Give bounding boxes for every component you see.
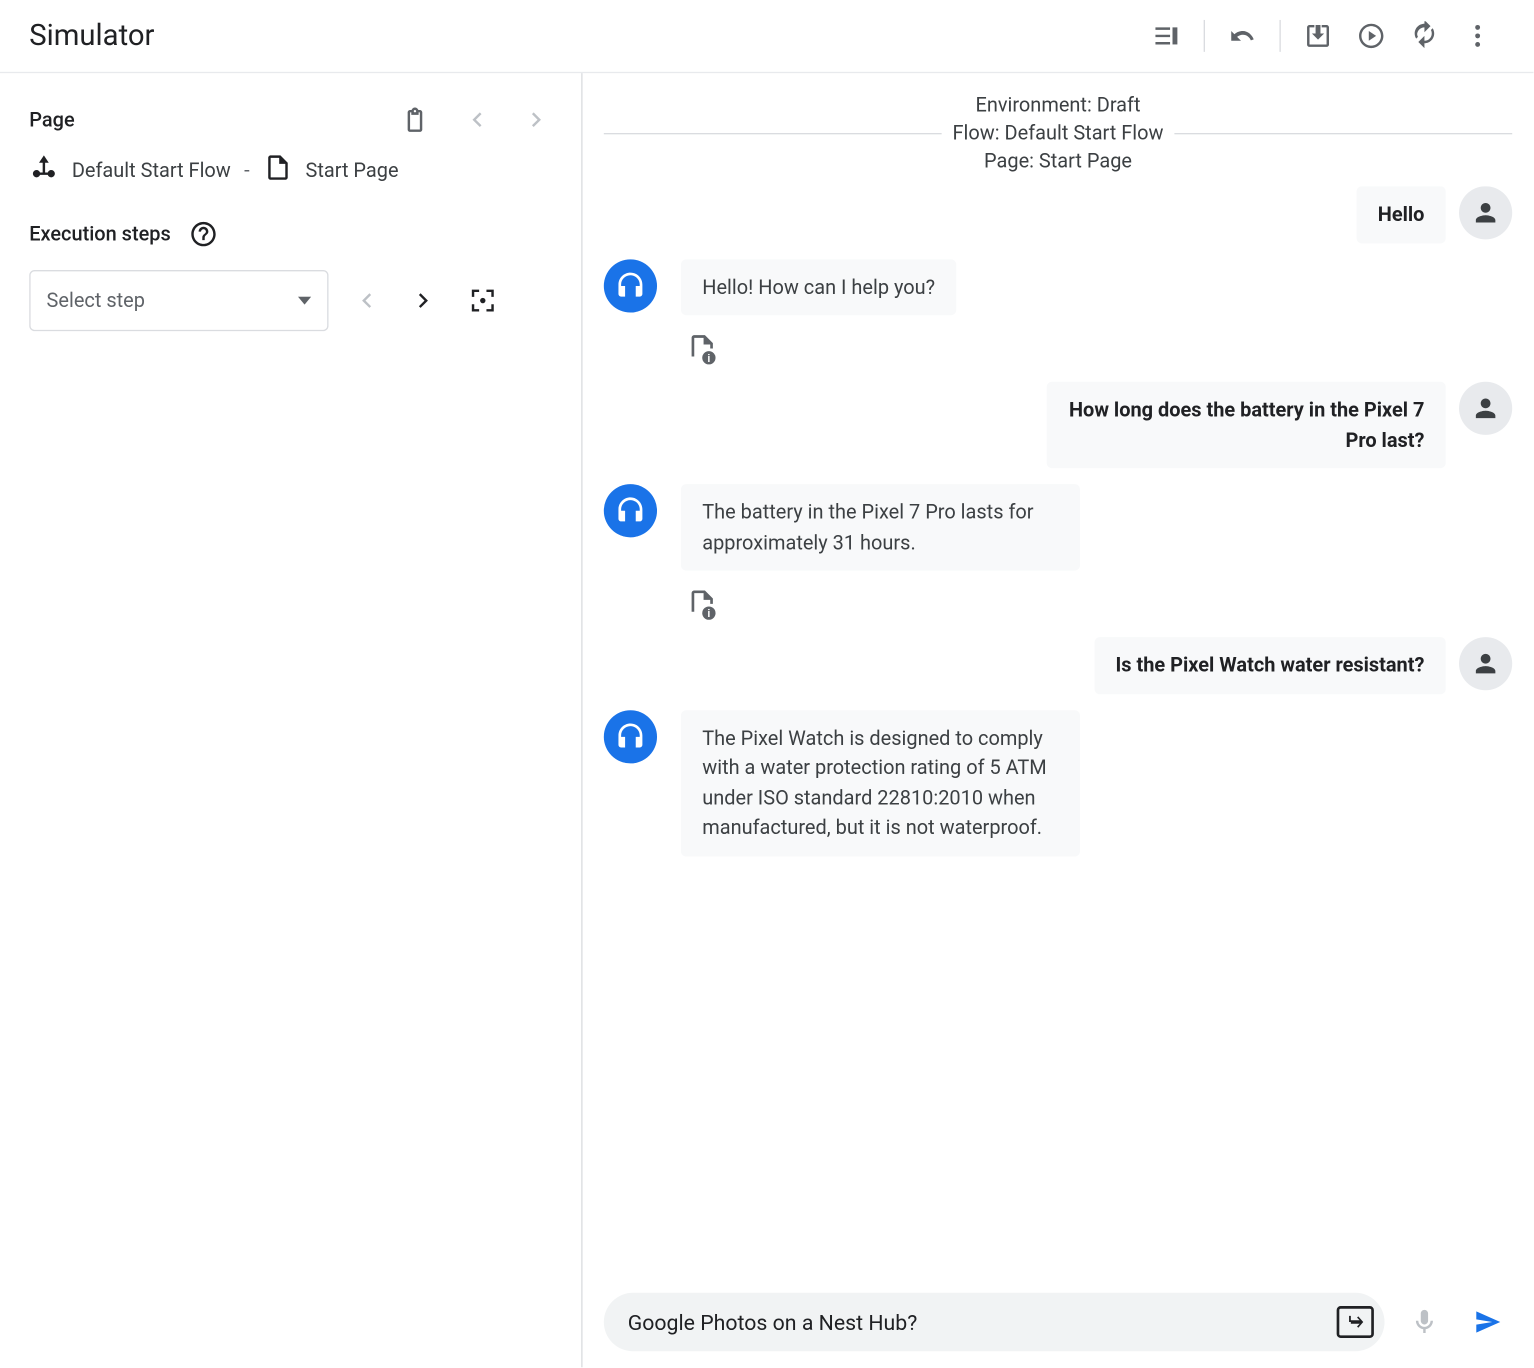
mic-icon[interactable] bbox=[1400, 1298, 1448, 1346]
agent-avatar-icon bbox=[604, 710, 657, 763]
agent-avatar-icon bbox=[604, 484, 657, 537]
document-info-icon[interactable]: i bbox=[686, 331, 718, 366]
prev-step-icon[interactable] bbox=[350, 285, 382, 317]
agent-message-row: Hello! How can I help you? i bbox=[604, 259, 1512, 366]
user-avatar-icon bbox=[1459, 382, 1512, 435]
conversation-panel: Environment: Draft Flow: Default Start F… bbox=[583, 73, 1534, 1367]
user-message-row: How long does the battery in the Pixel 7… bbox=[604, 382, 1512, 468]
help-icon[interactable] bbox=[189, 219, 218, 248]
submit-enter-icon[interactable] bbox=[1337, 1306, 1374, 1338]
message-input[interactable] bbox=[628, 1309, 1337, 1334]
context-page: Page: Start Page bbox=[953, 148, 1164, 176]
user-avatar-icon bbox=[1459, 637, 1512, 690]
undo-icon[interactable] bbox=[1216, 9, 1269, 62]
document-info-icon[interactable]: i bbox=[686, 587, 718, 622]
context-header: Environment: Draft Flow: Default Start F… bbox=[604, 92, 1512, 176]
user-message-text: Is the Pixel Watch water resistant? bbox=[1094, 637, 1446, 694]
breadcrumb-sep: - bbox=[244, 158, 250, 182]
prev-page-icon[interactable] bbox=[462, 105, 491, 134]
breadcrumb-flow[interactable]: Default Start Flow bbox=[72, 158, 231, 182]
app-title: Simulator bbox=[29, 19, 154, 52]
message-input-pill[interactable] bbox=[604, 1293, 1385, 1352]
svg-text:i: i bbox=[707, 608, 710, 620]
input-bar bbox=[583, 1279, 1534, 1367]
user-message-row: Is the Pixel Watch water resistant? bbox=[604, 637, 1512, 694]
agent-message-text: The battery in the Pixel 7 Pro lasts for… bbox=[681, 484, 1080, 570]
clipboard-icon[interactable] bbox=[400, 105, 429, 134]
separator bbox=[1279, 20, 1280, 52]
execution-steps-label: Execution steps bbox=[29, 222, 170, 246]
more-icon[interactable] bbox=[1451, 9, 1504, 62]
next-step-icon[interactable] bbox=[408, 285, 440, 317]
agent-avatar-icon bbox=[604, 259, 657, 312]
select-step-placeholder: Select step bbox=[47, 289, 145, 313]
page-icon bbox=[263, 153, 292, 188]
context-env: Environment: Draft bbox=[953, 92, 1164, 120]
user-message-text: Hello bbox=[1356, 186, 1445, 243]
page-section-label: Page bbox=[29, 108, 74, 132]
send-icon[interactable] bbox=[1464, 1298, 1512, 1346]
play-icon[interactable] bbox=[1345, 9, 1398, 62]
agent-message-row: The battery in the Pixel 7 Pro lasts for… bbox=[604, 484, 1512, 621]
reset-icon[interactable] bbox=[1398, 9, 1451, 62]
header-toolbar bbox=[1140, 9, 1504, 62]
focus-icon[interactable] bbox=[467, 285, 499, 317]
user-message-text: How long does the battery in the Pixel 7… bbox=[1047, 382, 1446, 468]
next-page-icon[interactable] bbox=[523, 105, 552, 134]
select-step-dropdown[interactable]: Select step bbox=[29, 270, 328, 331]
agent-message-text: The Pixel Watch is designed to comply wi… bbox=[681, 710, 1080, 856]
simulator-header: Simulator bbox=[0, 0, 1533, 73]
chat-transcript: Hello Hello! How can I help you? i How long… bbox=[583, 186, 1534, 1279]
agent-message-row: The Pixel Watch is designed to comply wi… bbox=[604, 710, 1512, 856]
breadcrumb: Default Start Flow - Start Page bbox=[29, 153, 552, 188]
user-avatar-icon bbox=[1459, 186, 1512, 239]
breadcrumb-page[interactable]: Start Page bbox=[305, 158, 398, 182]
svg-text:i: i bbox=[707, 353, 710, 365]
left-panel: Page Default Start Flow - bbox=[0, 73, 583, 1367]
download-icon[interactable] bbox=[1291, 9, 1344, 62]
flow-icon bbox=[29, 153, 58, 188]
agent-message-text: Hello! How can I help you? bbox=[681, 259, 956, 316]
context-flow: Flow: Default Start Flow bbox=[953, 120, 1164, 148]
user-message-row: Hello bbox=[604, 186, 1512, 243]
separator bbox=[1204, 20, 1205, 52]
panel-toggle-icon[interactable] bbox=[1140, 9, 1193, 62]
